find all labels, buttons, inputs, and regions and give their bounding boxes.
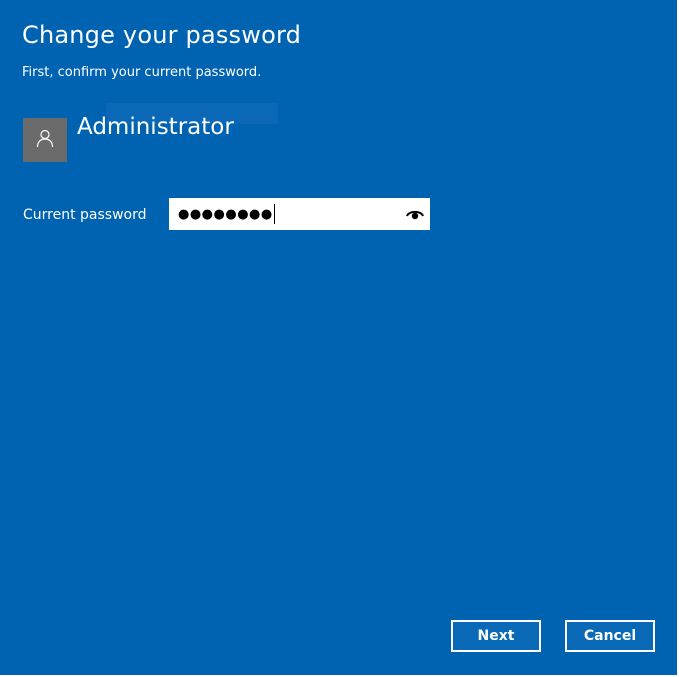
cancel-button[interactable]: Cancel — [565, 620, 655, 652]
page-subtitle: First, confirm your current password. — [22, 65, 262, 80]
password-masked-value: ●●●●●●●● — [178, 206, 273, 222]
next-button[interactable]: Next — [451, 620, 541, 652]
page-title: Change your password — [22, 21, 302, 49]
eye-icon — [406, 205, 424, 224]
user-name: Administrator — [77, 114, 234, 140]
person-icon — [35, 128, 55, 152]
avatar — [23, 118, 67, 162]
current-password-input[interactable]: ●●●●●●●● — [169, 198, 430, 230]
reveal-password-button[interactable] — [406, 206, 424, 222]
text-caret — [273, 204, 275, 224]
current-password-label: Current password — [23, 207, 147, 223]
change-password-dialog: Change your password First, confirm your… — [0, 0, 679, 677]
